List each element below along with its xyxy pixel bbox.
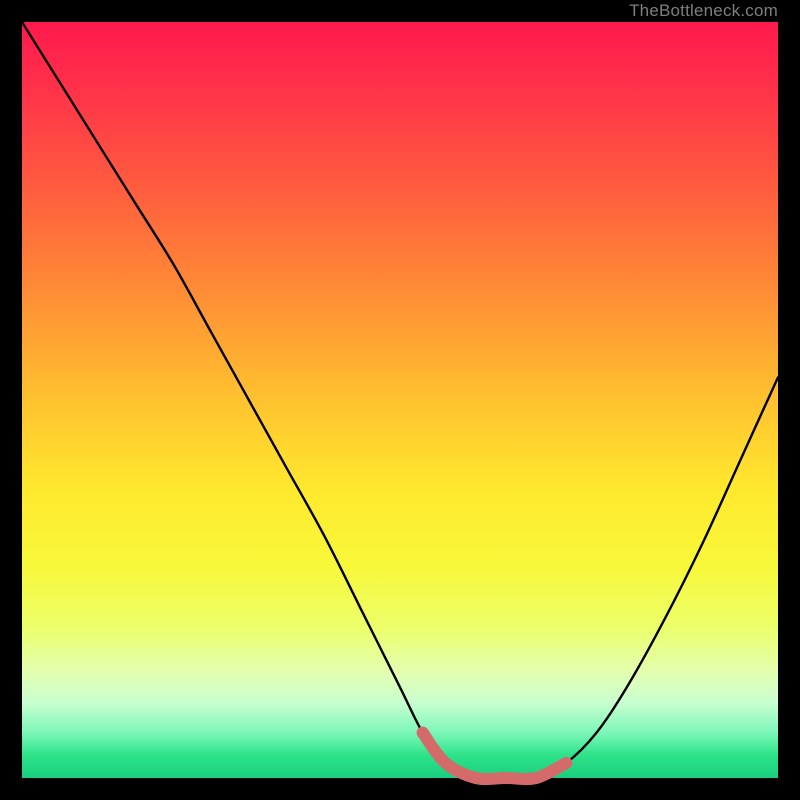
bottleneck-curve xyxy=(22,22,778,779)
curve-layer xyxy=(22,22,778,778)
watermark-text: TheBottleneck.com xyxy=(629,0,778,22)
optimal-range-highlight xyxy=(423,733,567,779)
chart-frame: TheBottleneck.com xyxy=(0,0,800,800)
gradient-plot-area xyxy=(22,22,778,778)
highlight-start-dot xyxy=(417,727,429,739)
